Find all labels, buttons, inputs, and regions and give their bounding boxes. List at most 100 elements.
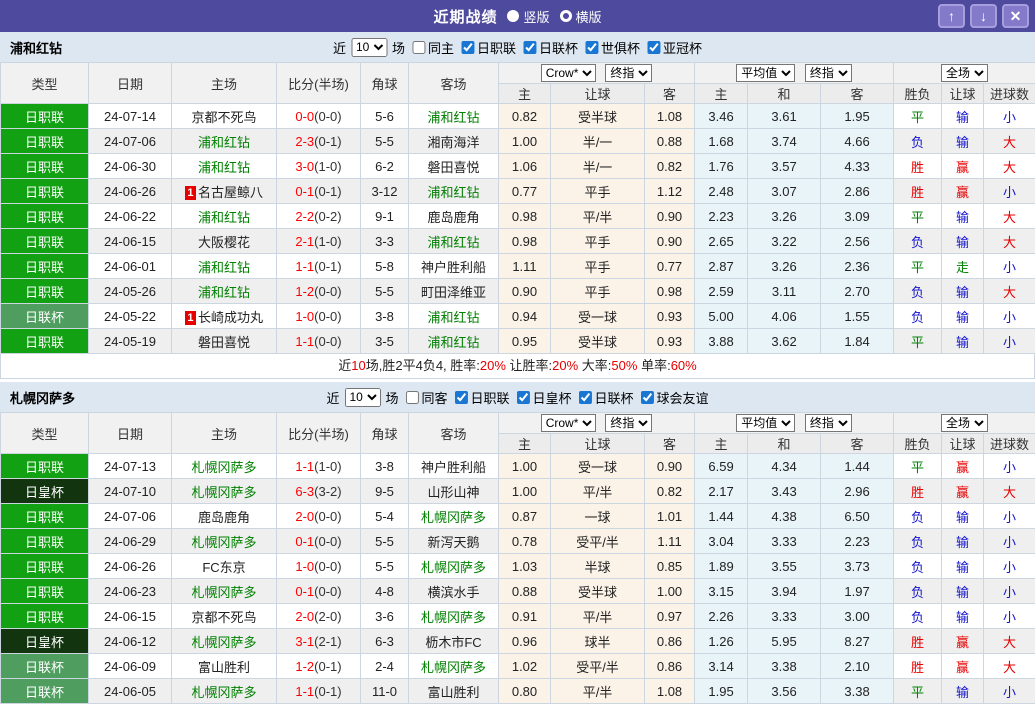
col-type: 类型 (0, 412, 89, 454)
result-cell: 负 (893, 528, 943, 554)
fullmatch-select[interactable]: 全场 (941, 64, 989, 82)
odds-handicap-cell: 受平/半 (550, 528, 645, 554)
result-cell: 负 (893, 603, 943, 629)
match-count-select[interactable]: 10 (350, 37, 387, 57)
league-filter-checkbox[interactable] (647, 40, 661, 54)
league-filter[interactable]: 日职联 (450, 388, 510, 407)
average-select[interactable]: 平均值 (736, 64, 796, 82)
bookmaker-select[interactable]: Crow* (540, 414, 596, 432)
league-cell: 日职联 (0, 278, 89, 304)
corners-cell: 3-12 (360, 178, 409, 204)
team-name-text: 富山胜利 (427, 684, 480, 700)
team-name-text: 枥木市FC (425, 634, 482, 650)
match-row: 日职联 24-07-06 浦和红钻 2-3(0-1) 5-5 湘南海洋 1.00 半/一 0.8… (0, 128, 1035, 154)
match-row: 日联杯 24-06-05 札幌冈萨多 1-1(0-1) 11-0 富山胜利 0.80 平/半 1… (0, 678, 1035, 704)
window-controls: ↑ ↓ ✕ (938, 4, 1029, 28)
col-goals: 进球数 (983, 83, 1035, 104)
league-filter-checkbox[interactable] (523, 40, 537, 54)
near-label: 近 (326, 390, 340, 406)
handicap-result-cell: 赢 (941, 153, 985, 179)
league-cell: 日联杯 (0, 678, 89, 704)
average-select[interactable]: 平均值 (736, 414, 796, 432)
home-team-cell: FC东京 (171, 553, 277, 579)
odds-home-cell: 0.98 (498, 228, 551, 254)
avg-home-cell: 3.46 (694, 103, 749, 129)
bookmaker-select[interactable]: Crow* (540, 64, 596, 82)
match-row: 日职联 24-06-29 札幌冈萨多 0-1(0-0) 5-5 新泻天鹅 0.78 受平/半 1… (0, 528, 1035, 554)
league-filter[interactable]: 世俱杯 (581, 38, 640, 57)
odds-away-cell: 1.08 (643, 678, 696, 704)
league-filter[interactable]: 日皇杯 (513, 388, 572, 407)
league-filter[interactable]: 日联杯 (575, 388, 634, 407)
team2-name: 札幌冈萨多 (10, 390, 76, 406)
move-down-button[interactable]: ↓ (970, 4, 997, 28)
team1-filters: 近 10 场 同主 日职联 日联杯 世俱杯 亚冠杯 (333, 37, 702, 57)
date-cell: 24-06-01 (88, 253, 172, 279)
league-cell: 日职联 (0, 453, 89, 479)
fullmatch-select[interactable]: 全场 (941, 414, 989, 432)
avg-draw-cell: 5.95 (747, 628, 822, 654)
col-avg-draw: 和 (747, 83, 822, 104)
odds-away-cell: 1.08 (643, 103, 696, 129)
odds-away-cell: 0.97 (643, 603, 696, 629)
league-filter[interactable]: 日联杯 (519, 38, 578, 57)
move-up-button[interactable]: ↑ (938, 4, 965, 28)
odds-handicap-cell: 一球 (550, 503, 645, 529)
league-filter-checkbox[interactable] (578, 390, 592, 404)
score-cell: 0-1(0-0) (276, 528, 361, 554)
league-cell: 日职联 (0, 128, 89, 154)
odds-handicap-cell: 受平/半 (550, 653, 645, 679)
radio-horizontal-layout[interactable]: 横版 (559, 7, 602, 26)
odds-away-cell: 1.12 (643, 178, 696, 204)
team-name-text: 札幌冈萨多 (191, 684, 257, 700)
table1-body: 日职联 24-07-14 京都不死鸟 0-0(0-0) 5-6 浦和红钻 0.82 受半球 1.… (0, 103, 1035, 354)
close-button[interactable]: ✕ (1002, 4, 1029, 28)
away-team-cell: 札幌冈萨多 (408, 503, 499, 529)
league-filter-checkbox[interactable] (585, 40, 599, 54)
radio-unselected-icon (559, 10, 572, 22)
same-venue-filter[interactable]: 同客 (401, 388, 447, 407)
avg-away-cell: 8.27 (820, 628, 895, 654)
league-filter[interactable]: 亚冠杯 (643, 38, 702, 57)
league-filter-checkbox[interactable] (454, 390, 468, 404)
avg-away-cell: 2.96 (820, 478, 895, 504)
odds-handicap-cell: 半球 (550, 553, 645, 579)
home-team-cell: 京都不死鸟 (171, 603, 277, 629)
final-index-select-2[interactable]: 终指 (804, 64, 852, 82)
corners-cell: 5-5 (360, 128, 409, 154)
same-venue-checkbox[interactable] (405, 390, 419, 404)
league-filter-checkbox[interactable] (516, 390, 530, 404)
table2-body: 日职联 24-07-13 札幌冈萨多 1-1(1-0) 3-8 神户胜利船 1.00 受一球 0… (0, 453, 1035, 704)
team-name-text: 湘南海洋 (427, 134, 480, 150)
final-index-select[interactable]: 终指 (605, 414, 653, 432)
league-filter[interactable]: 球会友谊 (637, 388, 709, 407)
summary-segment: 20% (552, 358, 579, 373)
handicap-result-cell: 输 (941, 128, 985, 154)
home-team-cell: 京都不死鸟 (171, 103, 277, 129)
home-team-cell: 札幌冈萨多 (171, 578, 277, 604)
team-name-text: 山形山神 (427, 484, 480, 500)
radio-vertical-layout[interactable]: 竖版 (507, 7, 550, 26)
page-title: 近期战绩 (433, 8, 498, 26)
league-filter[interactable]: 日职联 (457, 38, 516, 57)
corners-cell: 9-5 (360, 478, 409, 504)
result-cell: 平 (893, 253, 943, 279)
result-cell: 负 (893, 553, 943, 579)
date-cell: 24-05-19 (88, 328, 172, 354)
goals-result-cell: 大 (983, 153, 1035, 179)
same-venue-filter[interactable]: 同主 (408, 38, 454, 57)
match-count-select[interactable]: 10 (344, 387, 381, 407)
away-team-cell: 浦和红钻 (408, 228, 499, 254)
final-index-select-2[interactable]: 终指 (804, 414, 852, 432)
avg-home-cell: 3.04 (694, 528, 749, 554)
same-venue-checkbox[interactable] (411, 40, 425, 54)
league-filter-checkbox[interactable] (460, 40, 474, 54)
odds-home-cell: 0.82 (498, 103, 551, 129)
odds-handicap-cell: 平/半 (550, 203, 645, 229)
odds-home-cell: 0.88 (498, 578, 551, 604)
goals-result-cell: 小 (983, 603, 1035, 629)
final-index-select[interactable]: 终指 (605, 64, 653, 82)
league-filter-checkbox[interactable] (640, 390, 654, 404)
odds-home-cell: 1.02 (498, 653, 551, 679)
odds-away-cell: 0.90 (643, 228, 696, 254)
